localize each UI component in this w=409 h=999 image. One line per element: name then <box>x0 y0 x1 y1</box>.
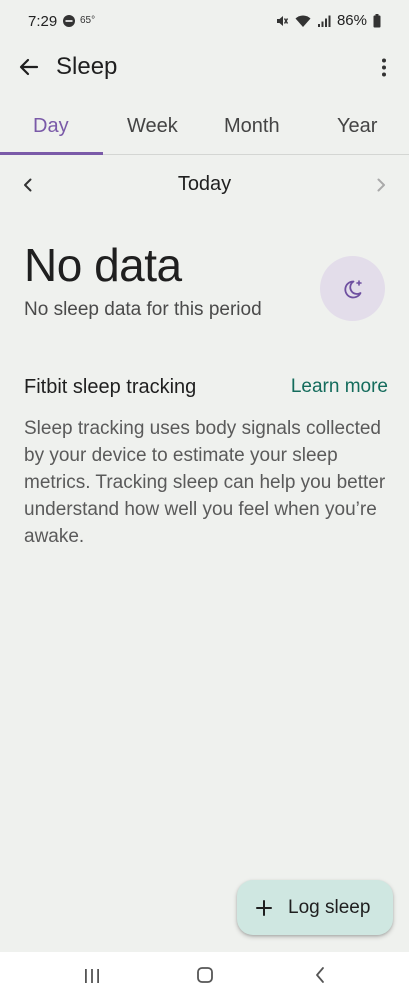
do-not-disturb-icon <box>63 15 75 27</box>
battery-icon <box>373 13 381 27</box>
wifi-icon <box>295 15 311 27</box>
summary-subtitle: No sleep data for this period <box>24 299 262 320</box>
app-bar: Sleep <box>0 44 409 92</box>
mute-icon <box>276 15 289 26</box>
info-body: Sleep tracking uses body signals collect… <box>24 418 386 547</box>
arrow-left-icon[interactable] <box>16 54 42 80</box>
log-sleep-label: Log sleep <box>288 896 371 918</box>
system-nav-bar <box>0 952 409 999</box>
moon-badge <box>320 256 385 321</box>
status-bar: 7:29 65° 86% <box>0 0 409 44</box>
active-tab-indicator <box>0 152 103 155</box>
status-right: 86% <box>275 12 381 29</box>
info-title: Fitbit sleep tracking <box>24 376 197 398</box>
tab-day[interactable]: Day <box>33 115 69 138</box>
moon-sparkle-icon <box>343 279 362 298</box>
recents-icon[interactable] <box>82 967 102 985</box>
more-vert-icon[interactable] <box>379 56 389 80</box>
chevron-right-icon[interactable] <box>372 176 390 194</box>
signal-icon <box>317 15 331 27</box>
tab-year[interactable]: Year <box>337 115 377 138</box>
battery-percent: 86% <box>336 12 367 29</box>
summary-title: No data <box>24 239 182 291</box>
tab-week[interactable]: Week <box>127 115 178 138</box>
tab-month[interactable]: Month <box>224 115 280 138</box>
date-label: Today <box>177 173 232 195</box>
status-time: 7:29 <box>28 13 58 30</box>
home-icon[interactable] <box>196 966 214 984</box>
page-title: Sleep <box>56 53 118 80</box>
temperature: 65° <box>80 15 96 26</box>
date-navigator: Today <box>0 168 409 202</box>
learn-more-link[interactable]: Learn more <box>291 376 388 398</box>
back-icon[interactable] <box>313 965 327 985</box>
log-sleep-button[interactable]: Log sleep <box>237 880 393 935</box>
period-tabs: Day Week Month Year <box>0 103 409 155</box>
plus-icon <box>256 899 272 916</box>
